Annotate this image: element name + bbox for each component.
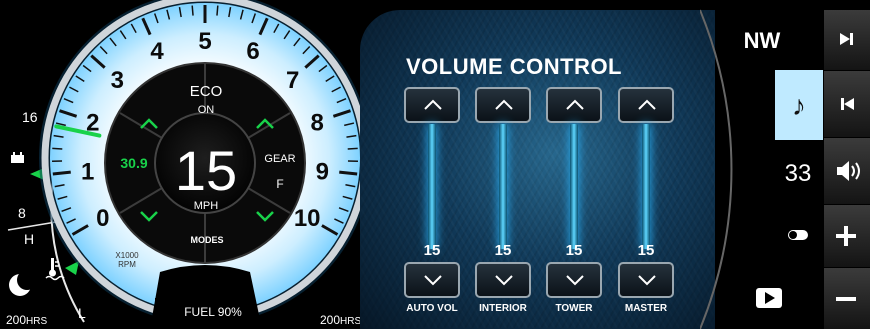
rpm-multiplier: X1000 (115, 251, 139, 260)
volume-slider-track[interactable] (570, 124, 578, 249)
volume-up-button[interactable] (546, 87, 602, 123)
volume-down-button[interactable] (404, 262, 460, 298)
speed-unit: MPH (194, 200, 219, 212)
play-icon (756, 288, 782, 308)
volume-channel-label: INTERIOR (479, 303, 527, 314)
volume-value: 15 (423, 242, 441, 259)
volume-slider-track[interactable] (499, 124, 507, 249)
battery-high-label: 16 (22, 109, 38, 125)
tick-label: 0 (96, 205, 109, 232)
volume-up-button[interactable] (618, 87, 674, 123)
volume-slider-track[interactable] (428, 124, 436, 249)
volume-title: VOLUME CONTROL (406, 54, 622, 79)
toggle-icon (788, 230, 808, 240)
eco-state: ON (198, 104, 215, 116)
temp-high-label: H (24, 231, 34, 247)
minor-tick (191, 5, 194, 16)
tick-label: 4 (150, 38, 164, 65)
moon-icon[interactable] (9, 270, 37, 296)
tick-label: 8 (311, 110, 324, 137)
boat-dashboard: 16 8 H L 200HRS 0 1 2 3 4 5 6 7 8 9 10 F… (0, 0, 870, 329)
battery-icon (11, 152, 24, 163)
chevron-up-icon (424, 99, 442, 110)
volume-value: 15 (494, 242, 512, 259)
major-tick (339, 170, 358, 176)
volume-channel-label: AUTO VOL (406, 303, 458, 314)
volume-channel-label: MASTER (624, 303, 668, 314)
music-note-icon: ♪ (792, 90, 806, 121)
tick-label: 6 (246, 38, 259, 65)
sidebar-number: 33 (785, 160, 812, 187)
gear-value: F (276, 177, 283, 191)
chevron-down-icon (424, 275, 442, 286)
eco-label: ECO (190, 83, 223, 100)
minor-tick (216, 5, 219, 16)
sidebar-curve (700, 9, 733, 329)
major-tick (52, 170, 71, 176)
right-sidebar: NW ♪ 33 (700, 9, 870, 329)
speed-value: 15 (175, 139, 237, 202)
chevron-up-icon (638, 99, 656, 110)
coolant-temp-icon (45, 258, 65, 281)
chevron-down-icon (638, 275, 656, 286)
hours-right: 200HRS (320, 313, 361, 327)
chevron-down-icon (566, 275, 584, 286)
volume-value: 15 (565, 242, 583, 259)
temp-low-label: L (78, 305, 86, 321)
volume-down-button[interactable] (618, 262, 674, 298)
tick-label: 1 (81, 158, 94, 185)
tick-label: 10 (294, 205, 321, 232)
volume-down-button[interactable] (475, 262, 531, 298)
tick-label: 5 (198, 28, 211, 55)
volume-slider-track[interactable] (642, 124, 650, 249)
speedometer-gauge: 16 8 H L 200HRS 01234 5 678910 FUEL 90% … (6, 0, 370, 329)
compass-heading-text: NW (744, 28, 781, 53)
volume-down-button[interactable] (546, 262, 602, 298)
volume-up-button[interactable] (475, 87, 531, 123)
fuel-label: FUEL 90% (184, 305, 242, 319)
battery-low-label: 8 (18, 205, 26, 221)
side-value: 30.9 (120, 155, 147, 171)
chevron-down-icon (495, 275, 513, 286)
chevron-up-icon (495, 99, 513, 110)
tick-label: 3 (111, 67, 124, 94)
minus-icon (836, 297, 856, 301)
chevron-up-icon (566, 99, 584, 110)
gear-label: GEAR (264, 153, 295, 165)
volume-channel-label: TOWER (555, 303, 593, 314)
minor-tick (347, 147, 358, 150)
tick-label: 7 (286, 67, 299, 94)
rpm-unit: RPM (118, 260, 136, 269)
hours-left: 200HRS (6, 313, 47, 327)
tick-label: 9 (316, 158, 329, 185)
volume-value: 15 (637, 242, 655, 259)
volume-up-button[interactable] (404, 87, 460, 123)
minor-tick (52, 147, 63, 150)
modes-button[interactable]: MODES (190, 235, 223, 245)
